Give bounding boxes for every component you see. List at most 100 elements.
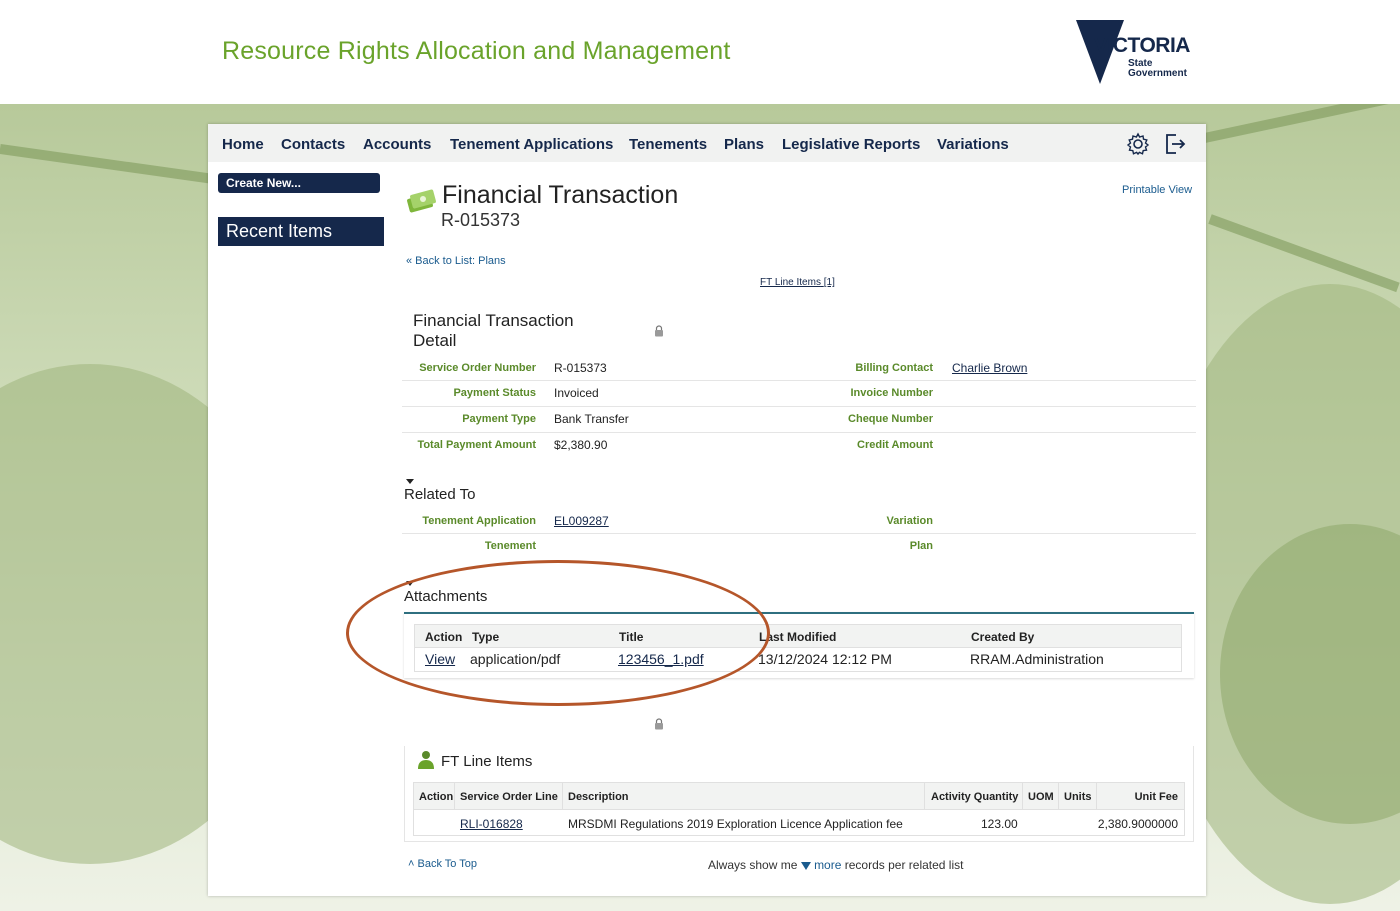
app-title: Resource Rights Allocation and Managemen… — [222, 37, 731, 65]
bg-beam — [1208, 214, 1400, 293]
table-row: RLI-016828 MRSDMI Regulations 2019 Explo… — [413, 810, 1185, 836]
collapse-toggle-icon[interactable] — [406, 581, 414, 586]
detail-title-line2: Detail — [413, 331, 457, 350]
column-header: Title — [619, 630, 644, 644]
payment-type-value: Bank Transfer — [554, 412, 629, 426]
column-separator — [924, 783, 925, 809]
column-header: Type — [472, 630, 500, 644]
gear-icon[interactable] — [1126, 132, 1150, 156]
column-header: Units — [1064, 791, 1092, 803]
table-row: View application/pdf 123456_1.pdf 13/12/… — [414, 648, 1182, 672]
service-order-number-value: R-015373 — [554, 361, 607, 375]
more-records-link[interactable]: more — [814, 858, 841, 872]
ft-line-items-section: FT Line Items Action Service Order Line … — [404, 746, 1194, 842]
nav-legislative-reports[interactable]: Legislative Reports — [782, 136, 920, 153]
back-to-top-label[interactable]: Back To Top — [418, 858, 478, 870]
column-separator — [1096, 783, 1097, 809]
plan-label: Plan — [909, 540, 933, 552]
money-icon — [407, 189, 436, 213]
table-header: Action Service Order Line Description Ac… — [413, 782, 1185, 810]
related-section-title: Related To — [404, 486, 476, 503]
billing-contact-label: Billing Contact — [855, 362, 933, 374]
caret-up-icon: ˄ — [408, 858, 415, 870]
logo-sub-2: Government — [1128, 68, 1187, 79]
column-separator — [1022, 783, 1023, 809]
line-item-unit-fee: 2,380.9000000 — [1097, 817, 1178, 831]
divider — [402, 533, 1196, 534]
column-separator — [1058, 783, 1059, 809]
billing-contact-link[interactable]: Charlie Brown — [952, 361, 1027, 375]
nav-home[interactable]: Home — [222, 136, 264, 153]
always-show-prefix: Always show me — [708, 858, 798, 872]
column-separator — [562, 783, 563, 809]
divider — [402, 432, 1196, 433]
main-panel: Home Contacts Accounts Tenement Applicat… — [208, 124, 1206, 896]
collapse-toggle-icon[interactable] — [406, 479, 414, 484]
attachment-title-link[interactable]: 123456_1.pdf — [618, 651, 704, 667]
nav-variations[interactable]: Variations — [937, 136, 1009, 153]
line-item-activity-quantity: 123.00 — [981, 817, 1018, 831]
column-header: Created By — [971, 630, 1035, 644]
victoria-logo: VICTORIA State Government — [1074, 18, 1198, 86]
table-header: Action Type Title Last Modified Created … — [414, 624, 1182, 648]
logout-icon[interactable] — [1164, 132, 1186, 156]
record-number: R-015373 — [441, 210, 521, 230]
top-nav: Home Contacts Accounts Tenement Applicat… — [208, 124, 1206, 162]
page-title: Financial Transaction — [442, 181, 679, 209]
tenement-application-label: Tenement Application — [422, 515, 536, 527]
tenement-label: Tenement — [484, 540, 536, 552]
nav-plans[interactable]: Plans — [724, 136, 764, 153]
nav-contacts[interactable]: Contacts — [281, 136, 345, 153]
logo-word: VICTORIA — [1094, 34, 1190, 57]
column-header: UOM — [1028, 791, 1054, 803]
tenement-application-link[interactable]: EL009287 — [554, 514, 609, 528]
line-item-description: MRSDMI Regulations 2019 Exploration Lice… — [568, 817, 903, 831]
column-header: Unit Fee — [1134, 791, 1178, 803]
dropdown-arrow-icon[interactable] — [800, 861, 811, 870]
column-header: Activity Quantity — [931, 791, 1019, 803]
back-to-list-link[interactable]: « Back to List: Plans — [406, 255, 506, 267]
view-attachment-link[interactable]: View — [425, 651, 455, 667]
column-header: Service Order Line — [460, 791, 558, 803]
line-items-icon — [418, 751, 434, 769]
cheque-number-label: Cheque Number — [848, 413, 933, 425]
payment-type-label: Payment Type — [462, 413, 536, 425]
column-header: Action — [419, 791, 454, 803]
invoice-number-label: Invoice Number — [850, 387, 933, 399]
nav-tenement-applications[interactable]: Tenement Applications — [450, 136, 613, 153]
payment-status-value: Invoiced — [554, 386, 599, 400]
nav-tenements[interactable]: Tenements — [629, 136, 707, 153]
attachments-table: Action Type Title Last Modified Created … — [404, 612, 1194, 678]
total-payment-amount-value: $2,380.90 — [554, 438, 608, 452]
nav-accounts[interactable]: Accounts — [363, 136, 431, 153]
total-payment-amount-label: Total Payment Amount — [417, 439, 536, 451]
service-order-line-link[interactable]: RLI-016828 — [460, 817, 523, 831]
back-to-top-link[interactable]: ˄ Back To Top — [408, 858, 477, 870]
ft-line-items-link[interactable]: FT Line Items [1] — [760, 277, 835, 288]
always-show-suffix: records per related list — [844, 858, 964, 872]
lock-icon — [655, 718, 663, 730]
column-header: Description — [568, 791, 629, 803]
payment-status-label: Payment Status — [453, 387, 536, 399]
printable-view-link[interactable]: Printable View — [1122, 184, 1192, 196]
detail-title-line1: Financial Transaction — [413, 311, 574, 330]
column-header: Action — [425, 630, 463, 644]
divider — [402, 380, 1196, 381]
ft-line-items-count[interactable]: [1] — [824, 277, 835, 288]
ft-line-items-title: FT Line Items — [441, 753, 533, 770]
detail-section-title: Financial Transaction Detail — [413, 311, 574, 351]
variation-label: Variation — [886, 515, 933, 527]
lock-icon — [655, 325, 663, 337]
attachments-section-title: Attachments — [404, 588, 488, 605]
bg-beam — [1198, 104, 1400, 144]
attachment-last-modified: 13/12/2024 12:12 PM — [758, 651, 892, 667]
service-order-number-label: Service Order Number — [419, 362, 536, 374]
credit-amount-label: Credit Amount — [857, 439, 933, 451]
attachment-created-by: RRAM.Administration — [970, 651, 1104, 667]
attachment-type: application/pdf — [470, 651, 561, 667]
top-header: Resource Rights Allocation and Managemen… — [0, 0, 1400, 104]
records-per-list-control: Always show me more records per related … — [708, 858, 963, 872]
recent-items-header: Recent Items — [218, 217, 384, 246]
ft-line-items-link-label[interactable]: FT Line Items — [760, 277, 821, 288]
create-new-button[interactable]: Create New... — [218, 173, 380, 193]
